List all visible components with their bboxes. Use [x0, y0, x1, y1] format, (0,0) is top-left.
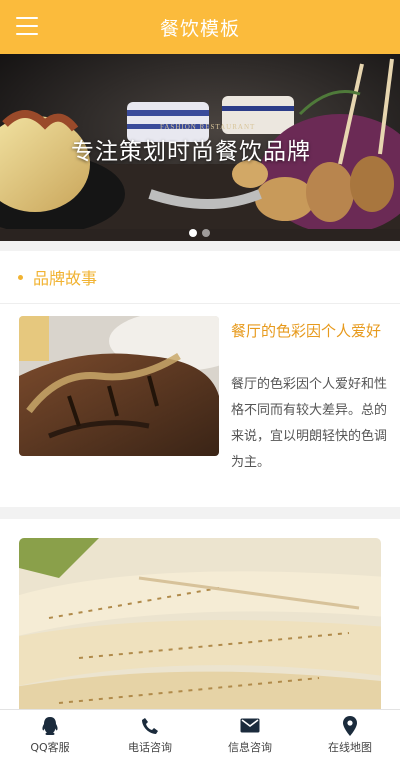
bullet-dot	[18, 274, 23, 280]
brand-story-section: 品牌故事 餐厅的色彩因个人爱好 餐厅的色彩因个人爱好和性格不同而有较大差异。总的…	[0, 251, 400, 507]
section-header: 品牌故事	[0, 251, 400, 304]
article-item[interactable]: 餐厅的色彩因个人爱好 餐厅的色彩因个人爱好和性格不同而有较大差异。总的来说，宜以…	[19, 316, 387, 470]
slider-dot-1[interactable]	[189, 229, 197, 237]
nav-message[interactable]: 信息咨询	[200, 710, 300, 760]
article-thumbnail[interactable]	[19, 316, 219, 456]
nav-label: 信息咨询	[228, 740, 272, 754]
nav-map[interactable]: 在线地图	[300, 710, 400, 760]
phone-icon	[141, 716, 159, 736]
section-title[interactable]: 品牌故事	[33, 265, 97, 289]
nav-label: 在线地图	[328, 740, 372, 754]
map-pin-icon	[343, 715, 357, 736]
banner-subtext: FASHION RESTAURANT	[160, 123, 256, 131]
banner-headline: 专注策划时尚餐饮品牌	[71, 139, 311, 165]
nav-qq[interactable]: QQ客服	[0, 710, 100, 760]
menu-icon[interactable]	[14, 14, 40, 38]
slider-dot-2[interactable]	[202, 229, 210, 237]
nav-label: 电话咨询	[128, 740, 172, 754]
mail-icon	[240, 716, 260, 736]
bottom-nav: QQ客服 电话咨询 信息咨询 在线地图	[0, 709, 400, 760]
article-description: 餐厅的色彩因个人爱好和性格不同而有较大差异。总的来说，宜以明朗轻快的色调为主。	[231, 377, 388, 470]
app-header: 餐饮模板	[0, 0, 400, 54]
featured-image[interactable]	[19, 538, 381, 723]
slider-dots	[189, 229, 210, 237]
qq-icon	[41, 716, 59, 736]
article-title[interactable]: 餐厅的色彩因个人爱好	[231, 318, 387, 344]
nav-phone[interactable]: 电话咨询	[100, 710, 200, 760]
nav-label: QQ客服	[30, 740, 70, 754]
banner-slider[interactable]: FASHION RESTAURANT 专注策划时尚餐饮品牌	[0, 54, 400, 241]
page-title: 餐饮模板	[159, 17, 240, 40]
image-section	[0, 519, 400, 723]
